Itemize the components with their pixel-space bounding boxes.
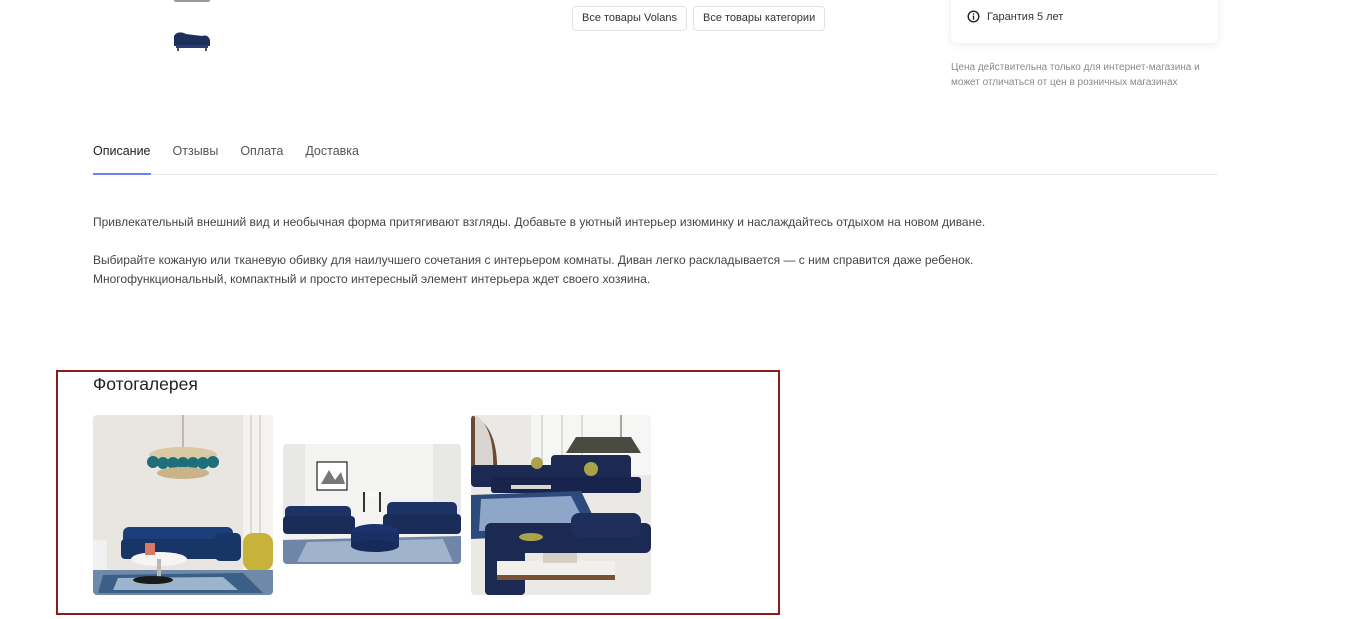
all-brand-products-button[interactable]: Все товары Volans — [572, 6, 687, 31]
description-paragraph: Привлекательный внешний вид и необычная … — [93, 215, 986, 229]
gallery-title: Фотогалерея — [93, 374, 198, 394]
gallery-photo[interactable] — [471, 415, 651, 595]
tab-payment[interactable]: Оплата — [240, 143, 283, 174]
product-tabs: Описание Отзывы Оплата Доставка — [93, 143, 1218, 175]
tab-delivery[interactable]: Доставка — [305, 143, 359, 174]
all-category-products-button[interactable]: Все товары категории — [693, 6, 826, 31]
warranty-row: Гарантия 5 лет — [967, 10, 1063, 23]
gallery-photo[interactable] — [283, 444, 461, 564]
product-thumbnail-sofa[interactable] — [168, 26, 216, 56]
product-thumbnail[interactable] — [168, 0, 216, 16]
product-tags: Все товары Volans Все товары категории — [572, 6, 826, 31]
tab-reviews[interactable]: Отзывы — [173, 143, 219, 174]
info-icon — [967, 10, 980, 23]
warranty-label: Гарантия 5 лет — [987, 10, 1064, 23]
description-paragraph: Выбирайте кожаную или тканевую обивку дл… — [93, 253, 974, 286]
purchase-info-card: Гарантия 5 лет — [951, 0, 1218, 43]
price-disclaimer: Цена действительна только для интернет-м… — [951, 62, 1200, 88]
tab-description[interactable]: Описание — [93, 143, 151, 175]
product-description: Привлекательный внешний вид и необычная … — [93, 213, 1003, 308]
gallery-photo[interactable] — [93, 415, 273, 595]
